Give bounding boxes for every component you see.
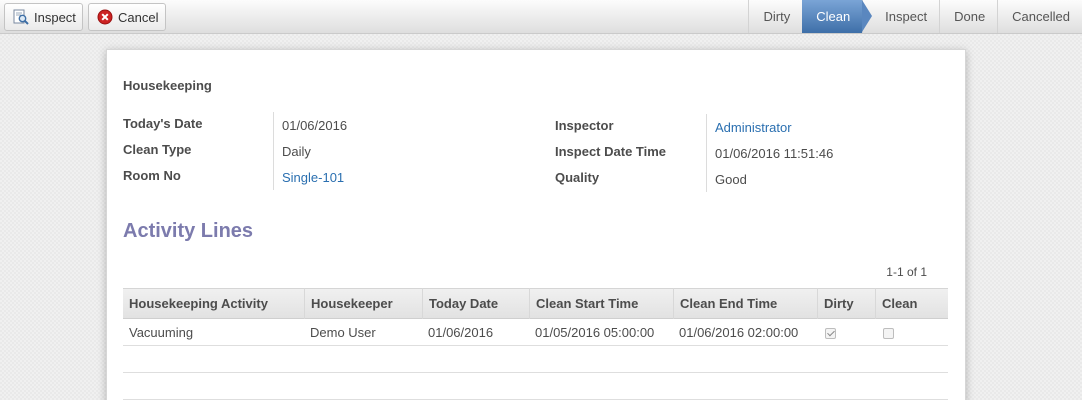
activity-cell: Vacuuming xyxy=(129,324,194,340)
clean-end-cell: 01/06/2016 02:00:00 xyxy=(679,324,799,340)
quality-value: Good xyxy=(715,172,747,187)
dirty-checkbox[interactable] xyxy=(825,327,836,339)
column-header[interactable]: Dirty xyxy=(817,288,875,319)
quality-label: Quality xyxy=(555,170,600,185)
cancel-button[interactable]: Cancel xyxy=(88,3,166,31)
stage-label: Clean xyxy=(816,9,851,24)
form-sheet: Housekeeping Today's Date 01/06/2016 Cle… xyxy=(106,49,966,400)
stage-clean[interactable]: Clean xyxy=(802,0,873,33)
room-no-link[interactable]: Single-101 xyxy=(282,170,344,185)
stage-label: Inspect xyxy=(885,9,928,24)
today-date-cell: 01/06/2016 xyxy=(428,324,494,340)
stage-label: Done xyxy=(954,9,986,24)
clean-cell xyxy=(875,325,948,340)
inspect-date-time-label: Inspect Date Time xyxy=(555,144,667,159)
inspect-button[interactable]: Inspect xyxy=(4,3,83,31)
top-toolbar: Inspect Cancel Dirty Clean Inspect Done … xyxy=(0,0,1082,34)
pager[interactable]: 1-1 of 1 xyxy=(886,265,927,279)
dirty-cell xyxy=(817,325,875,340)
room-no-label: Room No xyxy=(123,168,181,183)
field-separator xyxy=(273,112,274,190)
column-header[interactable]: Clean xyxy=(875,288,948,319)
housekeeper-cell: Demo User xyxy=(310,324,376,340)
clean-type-value: Daily xyxy=(282,144,311,159)
clean-type-label: Clean Type xyxy=(123,142,192,157)
inspector-label: Inspector xyxy=(555,118,614,133)
cancel-icon xyxy=(97,9,113,25)
stage-label: Cancelled xyxy=(1012,9,1070,24)
inspect-icon xyxy=(13,9,29,25)
inspector-link[interactable]: Administrator xyxy=(715,120,792,135)
column-header[interactable]: Housekeeper xyxy=(304,288,422,319)
clean-checkbox[interactable] xyxy=(883,327,894,339)
stage-inspect[interactable]: Inspect xyxy=(862,0,939,33)
activity-lines-table: Housekeeping Activity Housekeeper Today … xyxy=(123,288,948,400)
todays-date-value: 01/06/2016 xyxy=(282,118,348,133)
table-row[interactable]: Vacuuming Demo User 01/06/2016 01/05/201… xyxy=(123,319,948,346)
column-header[interactable]: Clean End Time xyxy=(673,288,817,319)
stage-cancelled[interactable]: Cancelled xyxy=(997,0,1082,33)
stage-label: Dirty xyxy=(763,9,791,24)
activity-lines-title: Activity Lines xyxy=(123,220,254,242)
empty-row xyxy=(123,373,948,400)
field-separator xyxy=(706,114,707,192)
form-title: Housekeeping xyxy=(123,78,212,93)
column-header[interactable]: Today Date xyxy=(422,288,529,319)
column-header[interactable]: Clean Start Time xyxy=(529,288,673,319)
inspect-date-time-value: 01/06/2016 11:51:46 xyxy=(715,146,834,161)
todays-date-label: Today's Date xyxy=(123,116,203,131)
column-header[interactable]: Housekeeping Activity xyxy=(123,288,304,319)
stage-done[interactable]: Done xyxy=(939,0,997,33)
status-bar: Dirty Clean Inspect Done Cancelled xyxy=(748,0,1082,33)
clean-start-cell: 01/05/2016 05:00:00 xyxy=(535,324,655,340)
inspect-button-label: Inspect xyxy=(34,9,76,25)
cancel-button-label: Cancel xyxy=(118,9,159,25)
stage-dirty[interactable]: Dirty xyxy=(748,0,802,33)
empty-row xyxy=(123,346,948,373)
table-header: Housekeeping Activity Housekeeper Today … xyxy=(123,288,948,319)
